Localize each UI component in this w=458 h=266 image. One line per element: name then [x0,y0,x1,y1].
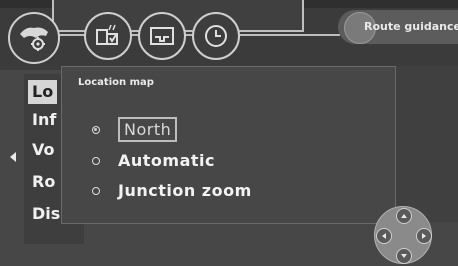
option-label-junction-zoom: Junction zoom [118,181,252,200]
joystick-up-icon[interactable] [396,208,412,224]
screen: Route guidance Lo Inf Vo Ro Dis Location… [0,0,458,266]
route-guidance-label: Route guidance [364,20,458,33]
option-automatic[interactable]: Automatic [92,151,215,170]
menu-item-location[interactable]: Lo [28,80,58,104]
radio-automatic[interactable] [92,156,100,165]
map-settings-icon [20,27,48,51]
display-panel-icon [150,27,174,45]
option-label-automatic: Automatic [118,151,215,170]
right-panel [394,66,458,222]
menu-item-display[interactable]: Dis [32,204,60,223]
joystick-down-icon[interactable] [396,248,412,264]
fuel-info-icon [96,24,118,45]
display-panel-button[interactable] [138,12,186,60]
fuel-info-button[interactable] [84,12,132,60]
menu-item-voice[interactable]: Vo [32,140,55,159]
option-junction-zoom[interactable]: Junction zoom [92,181,252,200]
popup-title: Location map [78,77,154,88]
menu-item-route[interactable]: Ro [32,172,55,191]
scroll-left-arrow-icon[interactable] [10,152,16,162]
map-settings-button[interactable] [8,12,60,64]
clock-icon [205,25,227,47]
radio-junction-zoom[interactable] [92,186,100,195]
location-map-popup: Location map North Automatic Junction zo… [61,66,396,224]
radio-north[interactable] [92,125,100,134]
joystick-left-icon[interactable] [376,228,392,244]
navigation-joystick[interactable] [374,206,432,264]
option-label-north: North [118,117,178,142]
joystick-right-icon[interactable] [416,228,432,244]
menu-item-information[interactable]: Inf [32,110,56,129]
clock-button[interactable] [192,12,240,60]
option-north[interactable]: North [92,117,178,142]
